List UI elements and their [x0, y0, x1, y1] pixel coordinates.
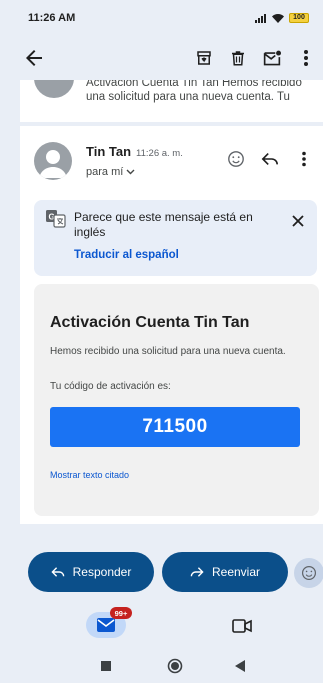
mail-icon [97, 618, 115, 632]
emoji-icon [228, 151, 244, 167]
close-icon [292, 215, 304, 227]
reply-pill-button[interactable]: Responder [28, 552, 154, 592]
person-icon [39, 150, 67, 178]
more-options-button[interactable] [289, 44, 323, 72]
translate-link[interactable]: Traducir al español [74, 249, 179, 261]
add-reaction-button[interactable] [223, 146, 249, 172]
message-card: Tin Tan 11:26 a. m. para mí G Parece que… [20, 126, 323, 524]
reply-icon [261, 153, 279, 165]
sender-avatar[interactable] [34, 142, 72, 180]
mark-unread-icon [263, 50, 281, 66]
close-translate-button[interactable] [285, 208, 311, 234]
recipient-toggle[interactable]: para mí [86, 166, 135, 178]
avatar [34, 80, 74, 98]
forward-pill-button[interactable]: Reenviar [162, 552, 288, 592]
recent-apps-button[interactable] [98, 658, 114, 674]
wifi-icon [272, 13, 284, 23]
emoji-reaction-button[interactable] [294, 558, 323, 588]
status-bar: 11:26 AM 100 [0, 0, 323, 36]
top-app-bar [0, 36, 323, 80]
back-arrow-icon [26, 50, 42, 66]
nav-meet-tab[interactable] [230, 615, 254, 637]
more-vert-icon [302, 151, 306, 167]
status-time: 11:26 AM [28, 12, 76, 24]
activation-code-label: Tu código de activación es: [50, 381, 171, 392]
back-button[interactable] [22, 46, 46, 70]
delete-button[interactable] [221, 44, 255, 72]
battery-icon: 100 [289, 13, 309, 23]
circle-icon [167, 658, 183, 674]
forward-icon [190, 567, 204, 577]
signal-icon [255, 13, 266, 23]
square-icon [101, 661, 111, 671]
more-vert-icon [304, 50, 308, 66]
delete-icon [232, 51, 244, 66]
bottom-navigation: 99+ [0, 606, 323, 646]
mark-unread-button[interactable] [255, 44, 289, 72]
triangle-back-icon [235, 660, 245, 672]
status-icons: 100 [255, 13, 309, 23]
email-heading: Activación Cuenta Tin Tan [50, 314, 250, 331]
translate-message: Parece que este mensaje está en inglés [74, 210, 253, 239]
translate-icon: G [46, 210, 66, 228]
system-navigation [0, 648, 323, 683]
email-body: Activación Cuenta Tin Tan Hemos recibido… [34, 284, 319, 516]
video-camera-icon [232, 619, 252, 633]
home-button[interactable] [167, 658, 183, 674]
archive-button[interactable] [187, 44, 221, 72]
toolbar-actions [187, 44, 323, 72]
reply-bar: Responder Reenviar [0, 552, 323, 596]
reply-button[interactable] [257, 146, 283, 172]
translate-banner: G Parece que este mensaje está en inglés… [34, 200, 317, 276]
reply-label: Responder [72, 565, 132, 579]
activation-code: 711500 [50, 407, 300, 447]
unread-badge: 99+ [110, 607, 132, 619]
chevron-down-icon [126, 169, 135, 175]
archive-icon [197, 51, 211, 65]
sender-name: Tin Tan [86, 144, 132, 159]
previous-message-snippet: Activación Cuenta Tin Tan Hemos recibido… [86, 80, 302, 103]
email-paragraph: Hemos recibido una solicitud para una nu… [50, 346, 286, 357]
back-nav-button[interactable] [232, 658, 248, 674]
forward-label: Reenviar [211, 565, 261, 579]
reply-icon [51, 567, 64, 577]
previous-message[interactable]: Activación Cuenta Tin Tan Hemos recibido… [20, 80, 323, 122]
message-more-button[interactable] [291, 146, 317, 172]
message-time: 11:26 a. m. [136, 148, 183, 159]
recipient-label: para mí [86, 166, 124, 178]
sender-line: Tin Tan 11:26 a. m. [86, 144, 183, 159]
emoji-icon [302, 566, 316, 580]
message-actions [223, 146, 317, 172]
show-quoted-text-link[interactable]: Mostrar texto citado [50, 470, 129, 480]
